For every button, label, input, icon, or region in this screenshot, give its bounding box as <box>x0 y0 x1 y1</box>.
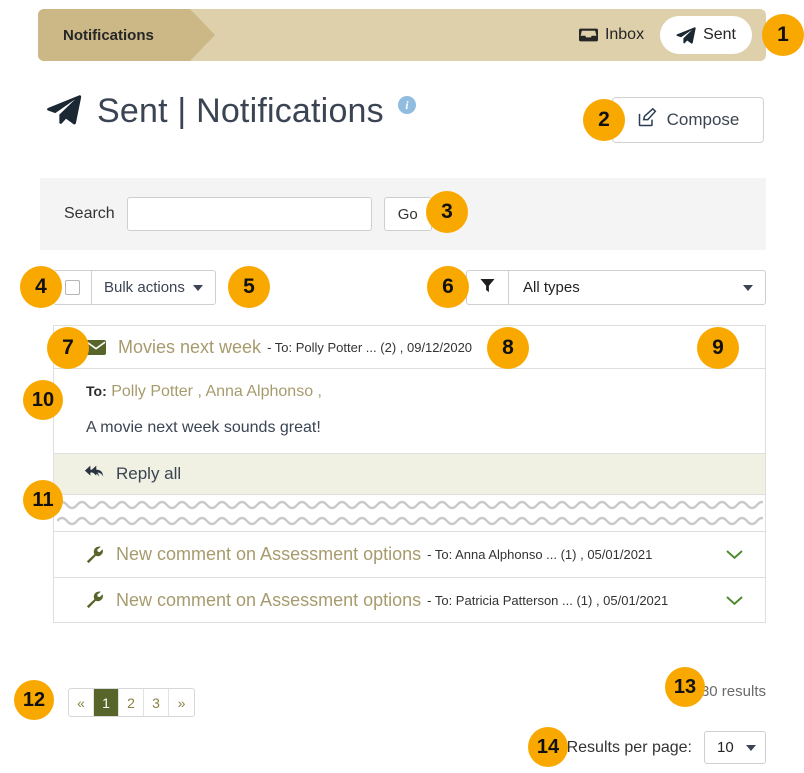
bulk-actions-label: Bulk actions <box>104 279 185 296</box>
pagination-page-1[interactable]: 1 <box>94 689 119 716</box>
pagination-prev[interactable]: « <box>69 689 94 716</box>
chevron-down-icon <box>743 285 753 291</box>
results-per-page-select[interactable]: 10 <box>704 731 766 764</box>
filter-icon-cell[interactable] <box>467 271 509 304</box>
paper-plane-icon <box>676 26 696 44</box>
compose-button[interactable]: Compose <box>612 97 764 143</box>
results-count: 30 results <box>701 683 766 700</box>
page-title-text: Sent | Notifications <box>97 92 384 131</box>
message-expand-toggle[interactable] <box>726 549 765 560</box>
message-body: To: Polly Potter , Anna Alphonso , A mov… <box>53 369 766 453</box>
callout-badge-3: 3 <box>426 191 468 233</box>
callout-badge-9: 9 <box>697 327 739 369</box>
paper-plane-icon <box>45 93 83 130</box>
message-subject[interactable]: New comment on Assessment options <box>116 590 421 611</box>
callout-badge-8: 8 <box>487 327 529 369</box>
tab-notifications-label: Notifications <box>63 27 154 44</box>
callout-badge-7: 7 <box>47 327 89 369</box>
type-filter-select[interactable]: All types <box>509 271 765 304</box>
reply-all-label: Reply all <box>116 464 181 484</box>
callout-badge-4: 4 <box>20 266 62 308</box>
results-per-page: Results per page: 10 <box>567 731 766 764</box>
page-title: Sent | Notifications i <box>45 92 416 131</box>
message-meta: - To: Patricia Patterson ... (1) , 05/01… <box>427 593 668 608</box>
select-all-checkbox[interactable] <box>65 280 80 295</box>
message-meta: - To: Anna Alphonso ... (1) , 05/01/2021 <box>427 547 652 562</box>
search-go-button[interactable]: Go <box>384 197 432 231</box>
callout-badge-2: 2 <box>583 99 625 141</box>
message-row-header[interactable]: Movies next week - To: Polly Potter ... … <box>53 325 766 369</box>
pagination-page-2[interactable]: 2 <box>119 689 144 716</box>
message-to-label: To: <box>86 383 107 399</box>
callout-badge-13: 13 <box>665 667 705 707</box>
reply-all-bar[interactable]: Reply all <box>53 453 766 495</box>
message-subject[interactable]: Movies next week <box>118 337 261 358</box>
envelope-icon <box>86 340 106 355</box>
message-subject[interactable]: New comment on Assessment options <box>116 544 421 565</box>
callout-badge-1: 1 <box>762 14 804 56</box>
callout-badge-10: 10 <box>23 380 63 420</box>
wrench-icon <box>86 546 104 564</box>
message-expand-toggle[interactable] <box>726 595 765 606</box>
wrench-icon <box>86 591 104 609</box>
pagination-page-3[interactable]: 3 <box>144 689 169 716</box>
message-recipients[interactable]: Polly Potter , Anna Alphonso , <box>111 383 322 400</box>
message-text: A movie next week sounds great! <box>86 419 765 437</box>
tab-group-mailboxes: Inbox Sent <box>563 9 752 61</box>
notifications-page: Notifications Inbox Sent Sent | Notifica… <box>0 0 804 773</box>
message-meta: - To: Polly Potter ... (2) , 09/12/2020 <box>267 340 472 355</box>
search-label: Search <box>64 205 115 223</box>
tab-sent-label: Sent <box>703 26 736 44</box>
results-per-page-label: Results per page: <box>567 739 692 757</box>
type-filter-value: All types <box>523 279 580 296</box>
wavy-line-icon <box>57 515 763 527</box>
bulk-actions-dropdown[interactable]: Bulk actions <box>92 271 215 304</box>
tab-bar: Notifications Inbox Sent <box>38 9 766 61</box>
tab-sent[interactable]: Sent <box>660 16 752 54</box>
message-row[interactable]: New comment on Assessment options - To: … <box>53 531 766 577</box>
pagination-next[interactable]: » <box>169 689 194 716</box>
info-icon[interactable]: i <box>398 96 416 114</box>
reply-all-icon <box>84 464 104 485</box>
message-list: Movies next week - To: Polly Potter ... … <box>53 325 766 623</box>
chevron-down-icon <box>193 285 203 291</box>
search-panel: Search Go <box>40 178 766 250</box>
callout-badge-5: 5 <box>228 266 270 308</box>
tab-inbox-label: Inbox <box>605 26 644 44</box>
callout-badge-14: 14 <box>528 727 568 767</box>
tab-notifications[interactable]: Notifications <box>38 9 190 61</box>
callout-badge-12: 12 <box>14 680 54 720</box>
type-filter-group: All types <box>466 270 766 305</box>
chevron-down-icon <box>746 745 756 751</box>
search-input[interactable] <box>127 197 372 231</box>
bulk-actions-group: Bulk actions <box>53 270 216 305</box>
compose-button-label: Compose <box>667 110 740 130</box>
tab-inbox[interactable]: Inbox <box>563 16 660 54</box>
compose-pencil-icon <box>637 108 657 133</box>
callout-badge-11: 11 <box>23 480 63 520</box>
callout-badge-6: 6 <box>427 266 469 308</box>
message-recipients-line: To: Polly Potter , Anna Alphonso , <box>86 383 765 401</box>
wavy-line-icon <box>57 499 763 511</box>
wavy-separator <box>53 495 766 531</box>
pagination: « 1 2 3 » <box>68 688 195 717</box>
message-row[interactable]: New comment on Assessment options - To: … <box>53 577 766 623</box>
results-per-page-value: 10 <box>717 739 734 756</box>
inbox-icon <box>579 27 598 43</box>
funnel-icon <box>480 278 495 298</box>
